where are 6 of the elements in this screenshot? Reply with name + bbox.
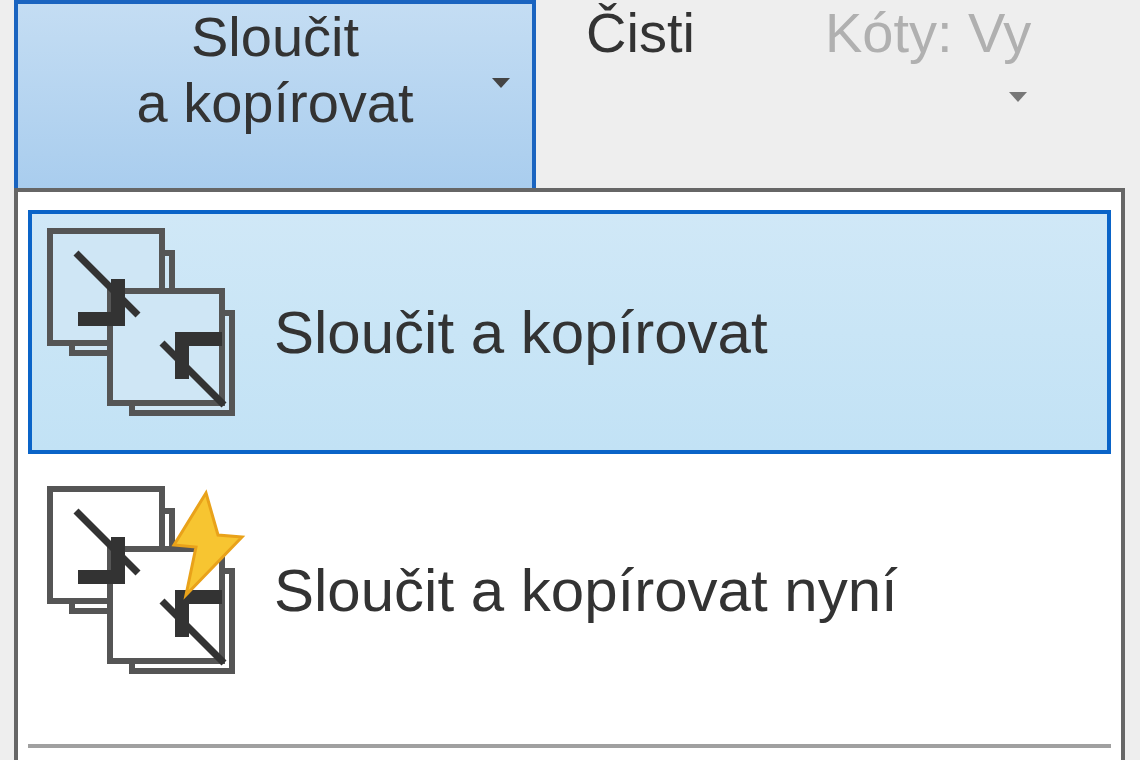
- caret-icon: [1009, 92, 1028, 102]
- split-button[interactable]: Sloučit a kopírovat: [14, 0, 536, 188]
- menu-item[interactable]: Sloučit a kopírovat nyní: [28, 468, 1111, 712]
- caret-icon: [492, 78, 510, 88]
- ribbon-button[interactable]: Čisti: [566, 0, 715, 188]
- menu-item[interactable]: Sloučit a kopírovat: [28, 210, 1111, 454]
